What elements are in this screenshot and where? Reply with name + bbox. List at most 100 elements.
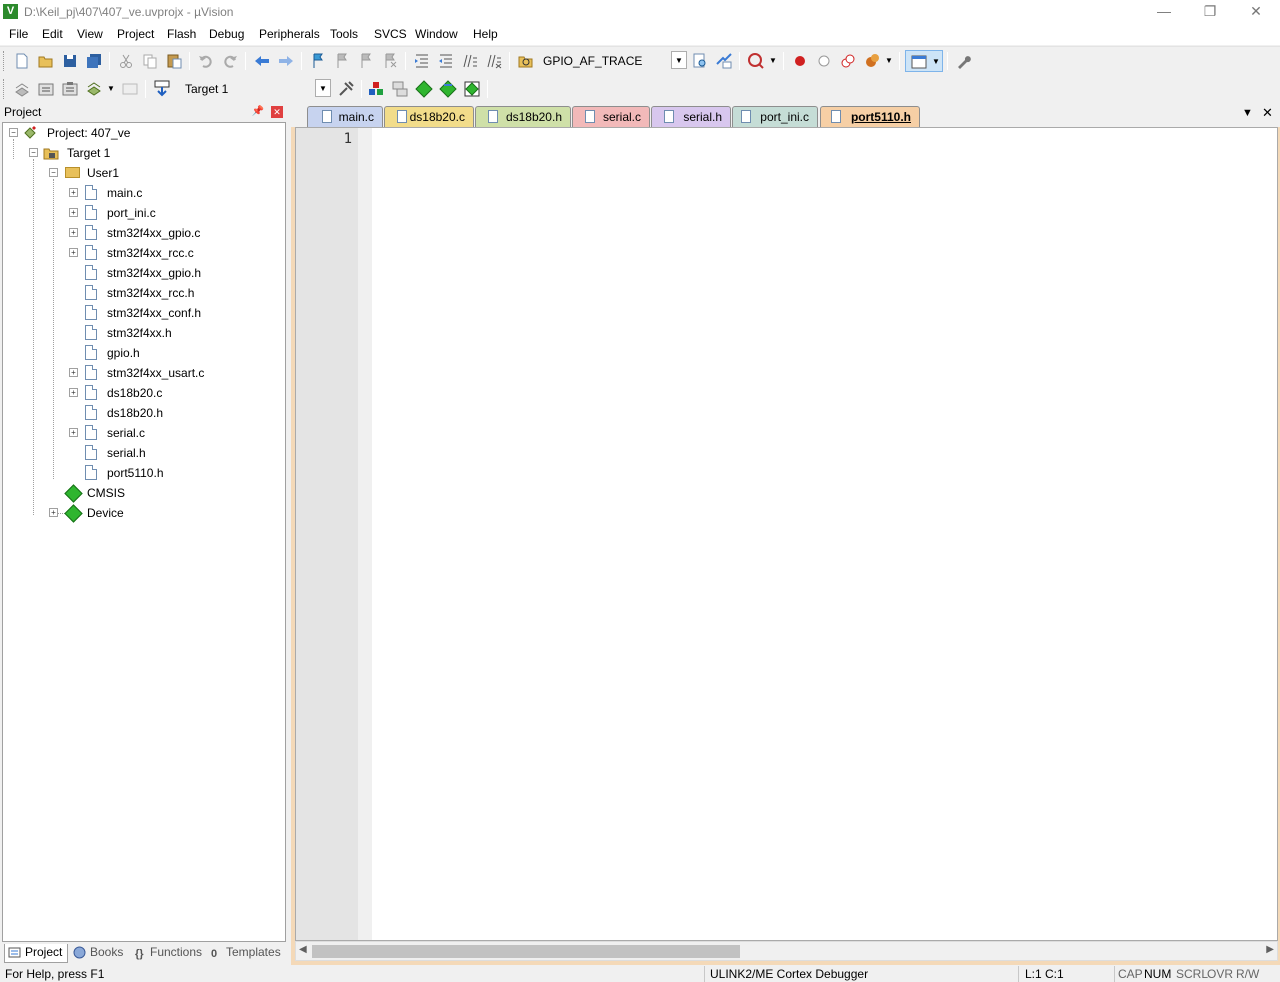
kill-all-breakpoints-icon[interactable] bbox=[863, 52, 881, 70]
status-bar: For Help, press F1 ULINK2/ME Cortex Debu… bbox=[0, 965, 1280, 982]
redo-icon[interactable] bbox=[221, 52, 239, 70]
tab-functions[interactable]: {} Functions bbox=[132, 944, 206, 963]
scrollbar-thumb[interactable] bbox=[312, 945, 740, 958]
file-extensions-icon[interactable] bbox=[391, 80, 409, 98]
rebuild-icon[interactable] bbox=[61, 80, 79, 98]
tab-file-port5110-h[interactable]: port5110.h bbox=[820, 106, 920, 127]
close-icon[interactable]: ✕ bbox=[271, 106, 283, 118]
new-file-icon[interactable] bbox=[13, 52, 31, 70]
open-folder-icon[interactable] bbox=[37, 52, 55, 70]
save-icon[interactable] bbox=[61, 52, 79, 70]
menu-view[interactable]: View bbox=[77, 27, 103, 41]
build-icon[interactable] bbox=[37, 80, 55, 98]
cut-icon[interactable] bbox=[117, 52, 135, 70]
unindent-icon[interactable] bbox=[437, 52, 455, 70]
chevron-down-icon[interactable]: ▼ bbox=[769, 56, 777, 65]
tree-file-label: stm32f4xx_usart.c bbox=[107, 366, 205, 380]
translate-icon[interactable] bbox=[13, 80, 31, 98]
file-icon bbox=[664, 110, 674, 123]
chevron-down-icon[interactable]: ▼ bbox=[885, 56, 893, 65]
uncomment-icon[interactable] bbox=[485, 52, 503, 70]
configuration-wrench-icon[interactable] bbox=[955, 52, 973, 70]
tab-file-main-c[interactable]: main.c bbox=[307, 106, 383, 127]
tab-books[interactable]: Books bbox=[70, 944, 130, 963]
expand-icon[interactable]: + bbox=[69, 208, 78, 217]
prev-bookmark-icon[interactable] bbox=[333, 52, 351, 70]
expand-icon[interactable]: + bbox=[69, 228, 78, 237]
find-in-files-icon[interactable] bbox=[517, 52, 535, 70]
manage-project-items-icon[interactable] bbox=[367, 80, 385, 98]
tab-file-serial-c[interactable]: serial.c bbox=[572, 106, 650, 127]
target-select[interactable]: Target 1 ▼ bbox=[181, 79, 331, 99]
pack-installer-icon[interactable] bbox=[415, 80, 433, 98]
close-button[interactable]: ✕ bbox=[1233, 0, 1279, 24]
collapse-icon[interactable]: − bbox=[49, 168, 58, 177]
tab-list-dropdown-icon[interactable]: ▼ bbox=[1242, 107, 1253, 119]
code-editor[interactable]: 1 bbox=[295, 127, 1278, 941]
close-document-icon[interactable]: ✕ bbox=[1262, 105, 1273, 121]
enable-breakpoint-icon[interactable] bbox=[815, 52, 833, 70]
navigate-back-icon[interactable] bbox=[253, 52, 271, 70]
chevron-down-icon[interactable]: ▼ bbox=[107, 84, 115, 93]
undo-icon[interactable] bbox=[197, 52, 215, 70]
select-software-packs-icon[interactable] bbox=[439, 80, 457, 98]
paste-icon[interactable] bbox=[165, 52, 183, 70]
status-rw: R/W bbox=[1236, 967, 1260, 981]
target-options-icon[interactable] bbox=[337, 80, 355, 98]
expand-icon[interactable]: + bbox=[49, 508, 58, 517]
menu-tools[interactable]: Tools bbox=[330, 27, 358, 41]
disable-all-breakpoints-icon[interactable] bbox=[839, 52, 857, 70]
incremental-find-icon[interactable] bbox=[715, 52, 733, 70]
expand-icon[interactable]: + bbox=[69, 248, 78, 257]
menu-flash[interactable]: Flash bbox=[167, 27, 196, 41]
stop-build-icon[interactable] bbox=[121, 80, 139, 98]
menu-edit[interactable]: Edit bbox=[42, 27, 63, 41]
expand-icon[interactable]: + bbox=[69, 188, 78, 197]
bookmark-icon[interactable] bbox=[309, 52, 327, 70]
manage-run-time-environment-icon[interactable] bbox=[463, 80, 481, 98]
tab-templates[interactable]: 0 Templates bbox=[208, 944, 286, 963]
copy-icon[interactable] bbox=[141, 52, 159, 70]
menu-file[interactable]: File bbox=[9, 27, 28, 41]
menu-peripherals[interactable]: Peripherals bbox=[259, 27, 320, 41]
batch-build-icon[interactable] bbox=[85, 80, 103, 98]
insert-breakpoint-icon[interactable] bbox=[791, 52, 809, 70]
menu-help[interactable]: Help bbox=[473, 27, 498, 41]
next-bookmark-icon[interactable] bbox=[357, 52, 375, 70]
download-load-icon[interactable] bbox=[153, 80, 171, 98]
tab-file-ds18b20-c[interactable]: ds18b20.c bbox=[384, 106, 474, 127]
find-combo[interactable]: GPIO_AF_TRACE ▼ bbox=[539, 51, 687, 71]
navigate-forward-icon[interactable] bbox=[277, 52, 295, 70]
scroll-right-icon[interactable]: ▶ bbox=[1266, 944, 1274, 955]
scroll-left-icon[interactable]: ◀ bbox=[299, 944, 307, 955]
expand-icon[interactable]: + bbox=[69, 428, 78, 437]
chevron-down-icon[interactable]: ▼ bbox=[671, 51, 687, 69]
horizontal-scrollbar[interactable]: ◀ ▶ bbox=[295, 941, 1278, 961]
toolbar-grip[interactable] bbox=[3, 79, 6, 99]
menu-debug[interactable]: Debug bbox=[209, 27, 244, 41]
collapse-icon[interactable]: − bbox=[29, 148, 38, 157]
tree-file-label: port5110.h bbox=[107, 466, 164, 480]
chevron-down-icon[interactable]: ▼ bbox=[315, 79, 331, 97]
indent-icon[interactable] bbox=[413, 52, 431, 70]
debug-session-icon[interactable] bbox=[747, 52, 765, 70]
expand-icon[interactable]: + bbox=[69, 388, 78, 397]
comment-icon[interactable] bbox=[461, 52, 479, 70]
window-layout-button[interactable]: ▼ bbox=[905, 50, 943, 72]
tab-file-serial-h[interactable]: serial.h bbox=[651, 106, 731, 127]
find-icon[interactable] bbox=[691, 52, 709, 70]
menu-project[interactable]: Project bbox=[117, 27, 154, 41]
menu-window[interactable]: Window bbox=[415, 27, 458, 41]
clear-bookmarks-icon[interactable] bbox=[381, 52, 399, 70]
expand-icon[interactable]: + bbox=[69, 368, 78, 377]
toolbar-grip[interactable] bbox=[3, 51, 6, 71]
save-all-icon[interactable] bbox=[85, 52, 103, 70]
pin-icon[interactable]: 📌 bbox=[252, 106, 264, 117]
menu-svcs[interactable]: SVCS bbox=[374, 27, 407, 41]
tab-project[interactable]: Project bbox=[4, 944, 68, 963]
minimize-button[interactable]: — bbox=[1141, 0, 1187, 24]
restore-button[interactable]: ❐ bbox=[1187, 0, 1233, 24]
tab-file-port-ini-c[interactable]: port_ini.c bbox=[732, 106, 818, 127]
collapse-icon[interactable]: − bbox=[9, 128, 18, 137]
tab-file-ds18b20-h[interactable]: ds18b20.h bbox=[475, 106, 571, 127]
